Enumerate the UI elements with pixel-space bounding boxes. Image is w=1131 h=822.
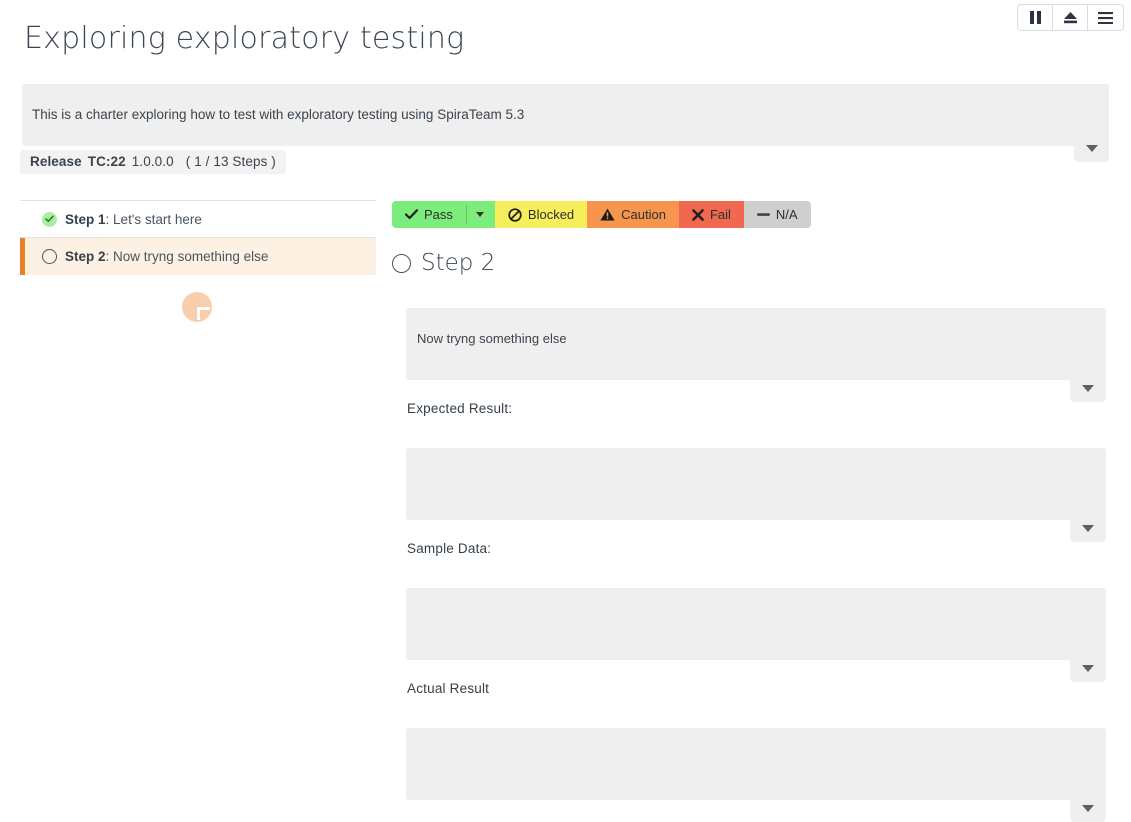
status-pass-button[interactable]: Pass	[392, 201, 466, 228]
current-step-heading: Step 2	[392, 250, 495, 276]
status-pass-dropdown[interactable]	[466, 201, 495, 228]
blocked-icon	[508, 208, 522, 222]
actual-result-label: Actual Result	[407, 681, 489, 696]
step-list: Step 1: Let's start here Step 2: Now try…	[20, 200, 376, 275]
step-description-expand-toggle[interactable]	[1070, 374, 1106, 402]
status-blocked-label: Blocked	[528, 207, 574, 222]
status-pass-label: Pass	[424, 207, 453, 222]
check-circle-icon	[42, 212, 57, 227]
pause-icon	[1030, 11, 1041, 24]
steps-progress: ( 1 / 13 Steps )	[186, 154, 276, 169]
chevron-down-icon	[1086, 145, 1098, 152]
step-separator: :	[106, 249, 110, 264]
status-fail-button[interactable]: Fail	[679, 201, 744, 228]
page-title: Exploring exploratory testing	[24, 16, 464, 62]
chevron-down-icon	[1082, 805, 1094, 812]
step-list-item-2[interactable]: Step 2: Now tryng something else	[20, 238, 376, 275]
actual-result-field[interactable]	[406, 728, 1106, 800]
empty-circle-icon	[42, 249, 57, 264]
charter-expand-toggle[interactable]	[1074, 134, 1109, 162]
pause-button[interactable]	[1018, 5, 1053, 30]
release-version: 1.0.0.0	[132, 154, 174, 169]
actual-result-expand-toggle[interactable]	[1070, 794, 1106, 822]
step-description-value: Now tryng something else	[417, 330, 567, 347]
current-step-title: Step 2	[421, 250, 495, 276]
chevron-down-icon	[1082, 525, 1094, 532]
step-description: Let's start here	[113, 212, 202, 227]
chevron-down-icon	[1082, 665, 1094, 672]
eject-button[interactable]	[1053, 5, 1088, 30]
charter-description-text: This is a charter exploring how to test …	[32, 106, 524, 124]
expected-result-field[interactable]	[406, 448, 1106, 520]
chevron-down-icon	[1082, 385, 1094, 392]
empty-circle-icon	[392, 254, 411, 273]
warning-icon	[600, 208, 615, 221]
hamburger-menu-icon	[1098, 12, 1113, 24]
step-separator: :	[106, 212, 110, 227]
step-list-item-1[interactable]: Step 1: Let's start here	[20, 201, 376, 238]
status-fail-label: Fail	[710, 207, 731, 222]
status-na-label: N/A	[776, 207, 798, 222]
charter-description-box[interactable]: This is a charter exploring how to test …	[22, 84, 1109, 146]
release-info-badge: Release TC:22 1.0.0.0 ( 1 / 13 Steps )	[20, 150, 286, 174]
caret-down-icon	[476, 212, 484, 217]
status-blocked-button[interactable]: Blocked	[495, 201, 587, 228]
expected-result-label: Expected Result:	[407, 401, 512, 416]
step-status-toolbar: Pass Blocked Caution	[392, 201, 811, 228]
step-description-field[interactable]: Now tryng something else	[406, 308, 1106, 380]
test-case-id: TC:22	[88, 154, 126, 169]
add-step-button[interactable]	[182, 292, 212, 322]
sample-data-field[interactable]	[406, 588, 1106, 660]
window-controls	[1017, 4, 1124, 31]
release-label: Release	[30, 154, 82, 169]
eject-icon	[1063, 11, 1078, 24]
menu-button[interactable]	[1088, 5, 1123, 30]
sample-data-label: Sample Data:	[407, 541, 491, 556]
minus-icon	[757, 212, 770, 217]
status-na-button[interactable]: N/A	[744, 201, 811, 228]
check-icon	[405, 209, 418, 220]
step-number-label: Step 2	[65, 249, 106, 264]
status-caution-button[interactable]: Caution	[587, 201, 679, 228]
step-description: Now tryng something else	[113, 249, 268, 264]
x-icon	[692, 209, 704, 221]
sample-data-expand-toggle[interactable]	[1070, 654, 1106, 682]
step-number-label: Step 1	[65, 212, 106, 227]
expected-result-expand-toggle[interactable]	[1070, 514, 1106, 542]
status-caution-label: Caution	[621, 207, 666, 222]
